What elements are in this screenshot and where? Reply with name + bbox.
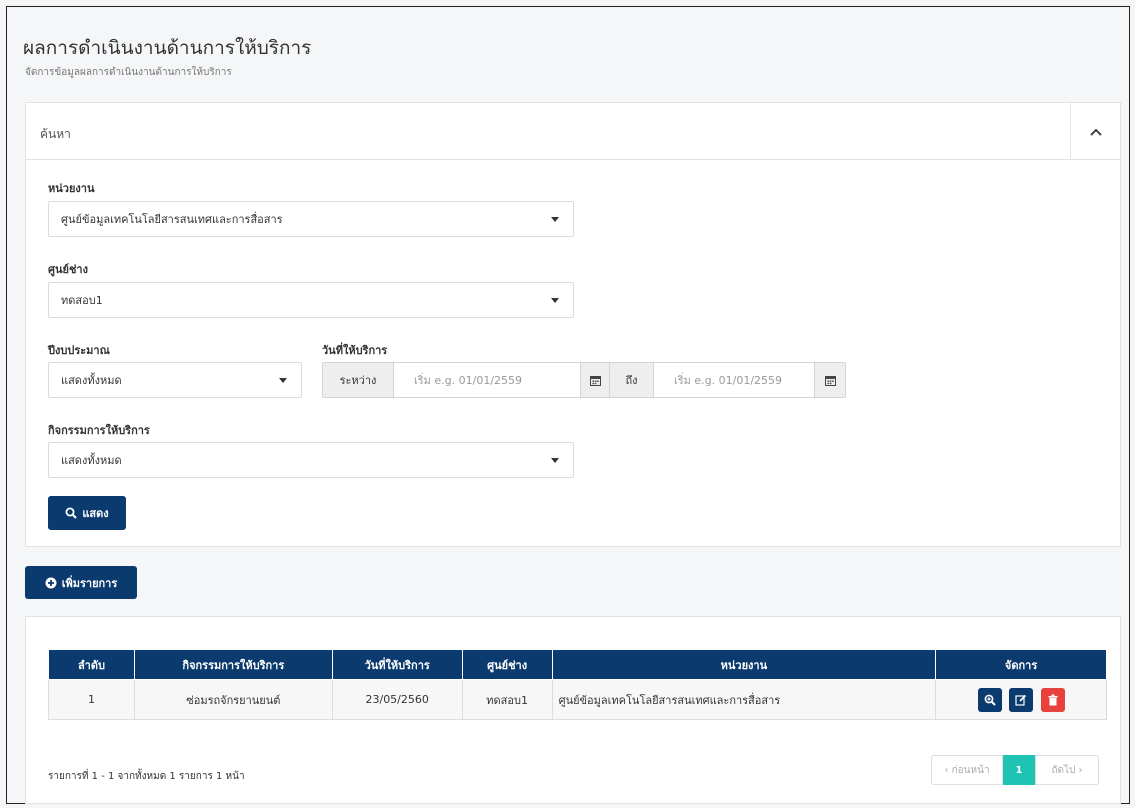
add-item-button[interactable]: เพิ่มรายการ	[25, 566, 137, 599]
edit-button[interactable]	[1009, 687, 1034, 712]
caret-down-icon	[551, 217, 559, 222]
search-panel-header[interactable]: ค้นหา	[26, 103, 1120, 160]
prev-page-button[interactable]: ‹ ก่อนหน้า	[931, 755, 1003, 785]
page-subtitle: จัดการข้อมูลผลการดำเนินงานด้านการให้บริก…	[25, 67, 232, 78]
calendar-icon[interactable]	[580, 362, 610, 398]
cell-agency: ศูนย์ข้อมูลเทคโนโลยีสารสนเทศและการสื่อสา…	[551, 679, 937, 720]
table-row: 1 ซ่อมรถจักรยานยนต์ 23/05/2560 ทดสอบ1 ศู…	[48, 679, 1107, 720]
column-header-date: วันที่ให้บริการ	[331, 649, 463, 680]
activity-label: กิจกรรมการให้บริการ	[48, 424, 150, 437]
center-select[interactable]: ทดสอบ1	[48, 282, 574, 318]
caret-down-icon	[551, 298, 559, 303]
cell-center: ทดสอบ1	[461, 679, 553, 720]
show-button[interactable]: แสดง	[48, 496, 126, 530]
chevron-up-icon[interactable]	[1070, 103, 1120, 160]
cell-activity: ซ่อมรถจักรยานยนต์	[133, 679, 333, 720]
agency-label: หน่วยงาน	[48, 182, 95, 195]
agency-select-value: ศูนย์ข้อมูลเทคโนโลยีสารสนเทศและการสื่อสา…	[61, 213, 283, 226]
pagination-info: รายการที่ 1 - 1 จากทั้งหมด 1 รายการ 1 หน…	[48, 771, 245, 782]
view-button[interactable]	[977, 687, 1002, 712]
next-page-button[interactable]: ถัดไป ›	[1035, 755, 1099, 785]
fiscal-year-label: ปีงบประมาณ	[48, 344, 110, 357]
column-header-activity: กิจกรรมการให้บริการ	[133, 649, 333, 680]
pagination: ‹ ก่อนหน้า 1 ถัดไป ›	[931, 755, 1099, 785]
caret-down-icon	[279, 378, 287, 383]
cell-date: 23/05/2560	[331, 679, 463, 720]
center-select-value: ทดสอบ1	[61, 294, 103, 307]
column-header-no: ลำดับ	[48, 649, 135, 680]
caret-down-icon	[551, 458, 559, 463]
calendar-icon[interactable]	[814, 362, 846, 398]
start-date-input[interactable]: เริ่ม e.g. 01/01/2559	[394, 362, 580, 398]
zoom-in-icon	[984, 694, 996, 706]
agency-select[interactable]: ศูนย์ข้อมูลเทคโนโลยีสารสนเทศและการสื่อสา…	[48, 201, 574, 237]
search-panel: ค้นหา หน่วยงาน ศูนย์ข้อมูลเทคโนโลยีสารสน…	[25, 102, 1121, 547]
service-date-label: วันที่ให้บริการ	[322, 344, 388, 357]
column-header-center: ศูนย์ช่าง	[461, 649, 553, 680]
service-date-range: ระหว่าง เริ่ม e.g. 01/01/2559 ถึง เริ่ม …	[322, 362, 846, 398]
plus-circle-icon	[45, 577, 57, 588]
search-icon	[65, 507, 78, 519]
trash-icon	[1048, 694, 1058, 705]
edit-icon	[1015, 694, 1027, 706]
search-panel-title: ค้นหา	[40, 127, 71, 141]
add-item-label: เพิ่มรายการ	[61, 576, 118, 590]
center-label: ศูนย์ช่าง	[48, 263, 88, 276]
show-button-label: แสดง	[82, 507, 109, 520]
delete-button[interactable]	[1040, 687, 1065, 712]
app-frame: ผลการดำเนินงานด้านการให้บริการ จัดการข้อ…	[6, 6, 1130, 804]
activity-select-value: แสดงทั้งหมด	[61, 454, 122, 467]
cell-no: 1	[48, 679, 135, 720]
fiscal-year-value: แสดงทั้งหมด	[61, 374, 122, 387]
end-date-input[interactable]: เริ่ม e.g. 01/01/2559	[654, 362, 814, 398]
activity-select[interactable]: แสดงทั้งหมด	[48, 442, 574, 478]
page-title: ผลการดำเนินงานด้านการให้บริการ	[23, 37, 312, 59]
results-panel: ลำดับ กิจกรรมการให้บริการ วันที่ให้บริกา…	[25, 616, 1121, 804]
page-1-button[interactable]: 1	[1003, 755, 1035, 785]
table-header-row: ลำดับ กิจกรรมการให้บริการ วันที่ให้บริกา…	[48, 649, 1107, 680]
results-table: ลำดับ กิจกรรมการให้บริการ วันที่ให้บริกา…	[48, 649, 1107, 720]
fiscal-year-select[interactable]: แสดงทั้งหมด	[48, 362, 302, 398]
column-header-actions: จัดการ	[935, 649, 1107, 680]
to-addon: ถึง	[610, 362, 654, 398]
column-header-agency: หน่วยงาน	[551, 649, 937, 680]
between-addon: ระหว่าง	[322, 362, 394, 398]
cell-actions	[935, 679, 1107, 720]
